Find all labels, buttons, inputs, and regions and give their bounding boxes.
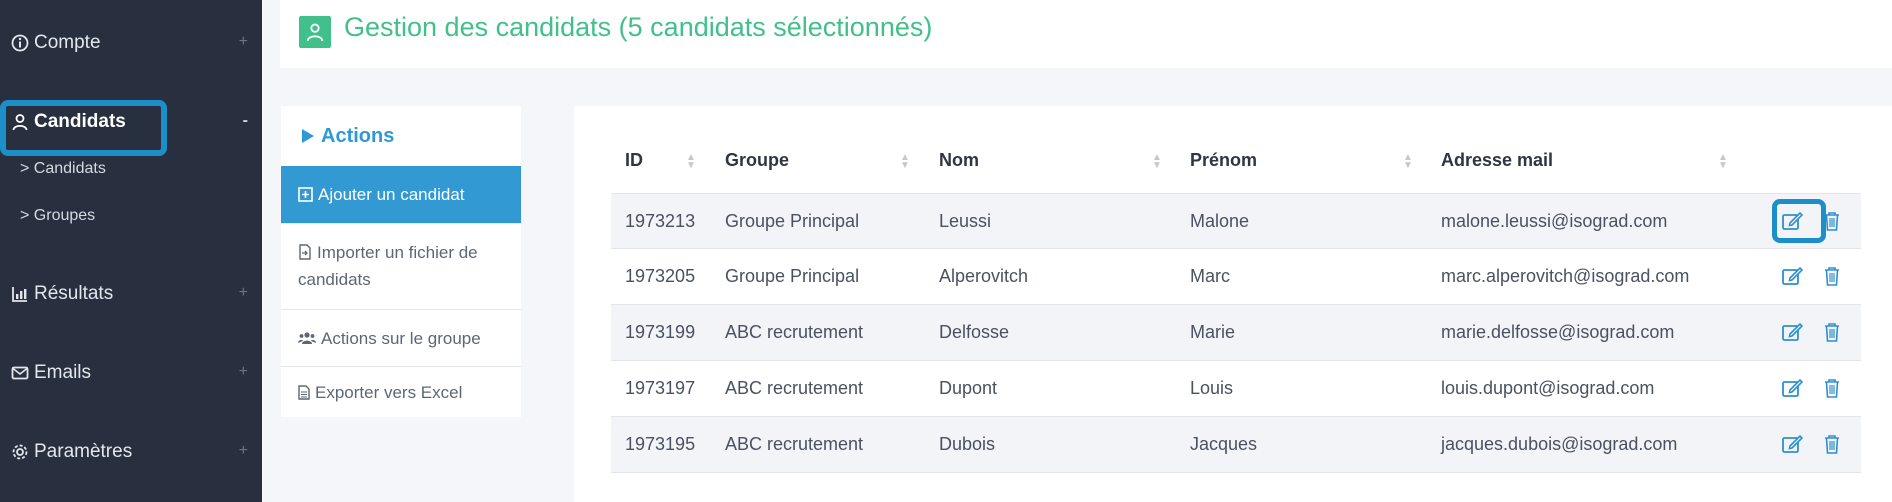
table-row[interactable]: 1973195 ABC recrutement Dubois Jacques j… (611, 417, 1861, 473)
cell-id: 1973199 (625, 322, 696, 342)
column-header-prenom[interactable]: Prénom (1190, 150, 1257, 171)
cell-email: louis.dupont@isograd.com (1441, 378, 1655, 398)
cell-groupe: ABC recrutement (725, 434, 864, 454)
sidebar: Compte + Candidats - > Candidats > Group… (0, 0, 262, 502)
users-icon (298, 331, 316, 345)
cell-email: marie.delfosse@isograd.com (1441, 322, 1675, 342)
add-candidate-button[interactable]: Ajouter un candidat (281, 166, 521, 223)
page-header: Gestion des candidats (5 candidats sélec… (280, 0, 1892, 68)
chart-icon (10, 284, 30, 304)
cell-id: 1973213 (625, 211, 696, 231)
sidebar-item-label: Emails (34, 362, 92, 383)
sort-icon[interactable]: ▲ ▼ (1718, 153, 1728, 171)
trash-icon[interactable] (1819, 431, 1845, 457)
action-label: Exporter vers Excel (315, 382, 463, 402)
sort-icon[interactable]: ▲ ▼ (900, 153, 910, 171)
plus-square-icon (298, 187, 313, 202)
actions-header[interactable]: Actions (281, 106, 521, 166)
trash-icon[interactable] (1819, 319, 1845, 345)
sort-icon[interactable]: ▲ ▼ (686, 153, 696, 171)
edit-icon[interactable] (1780, 319, 1806, 345)
expand-icon[interactable]: + (239, 284, 248, 302)
actions-panel: Actions Ajouter un candidat Importer un … (281, 106, 521, 417)
cell-groupe: ABC recrutement (725, 322, 864, 342)
cell-prenom: Jacques (1190, 434, 1258, 454)
actions-title: Actions (321, 124, 395, 147)
sidebar-subitem-candidats[interactable]: > Candidats (20, 160, 106, 178)
expand-icon[interactable]: + (239, 442, 248, 460)
edit-icon[interactable] (1780, 431, 1806, 457)
column-header-nom[interactable]: Nom (939, 150, 979, 171)
export-excel-button[interactable]: Exporter vers Excel (281, 366, 521, 417)
table-row[interactable]: 1973199 ABC recrutement Delfosse Marie m… (611, 305, 1861, 361)
column-header-groupe[interactable]: Groupe (725, 150, 789, 171)
sidebar-item-compte[interactable]: Compte + (0, 23, 262, 63)
column-header-email[interactable]: Adresse mail (1441, 150, 1553, 171)
page-title: Gestion des candidats (5 candidats sélec… (344, 12, 933, 42)
cell-groupe: Groupe Principal (725, 266, 860, 286)
edit-icon[interactable] (1780, 263, 1806, 289)
sort-icon[interactable]: ▲ ▼ (1403, 153, 1413, 171)
table-row[interactable]: 1973197 ABC recrutement Dupont Louis lou… (611, 361, 1861, 417)
highlight-frame (1772, 199, 1826, 243)
action-label: Importer un fichier de candidats (298, 239, 504, 293)
cell-id: 1973195 (625, 434, 696, 454)
cell-id: 1973205 (625, 266, 696, 286)
sort-icon[interactable]: ▲ ▼ (1152, 153, 1162, 171)
expand-icon[interactable]: + (239, 33, 248, 51)
action-label: Actions sur le groupe (321, 328, 481, 348)
table-row[interactable]: 1973205 Groupe Principal Alperovitch Mar… (611, 249, 1861, 305)
envelope-icon (10, 363, 30, 383)
file-excel-icon (298, 384, 310, 400)
cell-nom: Delfosse (939, 322, 1010, 342)
play-icon (301, 128, 315, 144)
sidebar-item-label: Compte (34, 32, 101, 53)
sidebar-subitem-groupes[interactable]: > Groupes (20, 207, 95, 225)
cell-email: jacques.dubois@isograd.com (1441, 434, 1678, 454)
cell-id: 1973197 (625, 378, 696, 398)
import-file-button[interactable]: Importer un fichier de candidats (281, 223, 521, 309)
expand-icon[interactable]: + (239, 363, 248, 381)
trash-icon[interactable] (1819, 263, 1845, 289)
cell-nom: Dubois (939, 434, 996, 454)
sidebar-item-emails[interactable]: Emails + (0, 353, 262, 393)
cell-groupe: Groupe Principal (725, 211, 860, 231)
info-icon (10, 33, 30, 53)
action-label: Ajouter un candidat (318, 185, 465, 204)
edit-icon[interactable] (1780, 375, 1806, 401)
sidebar-item-label: Paramètres (34, 441, 133, 462)
collapse-icon[interactable]: - (243, 112, 248, 130)
gear-icon (10, 442, 30, 462)
cell-nom: Dupont (939, 378, 998, 398)
cell-email: marc.alperovitch@isograd.com (1441, 266, 1690, 286)
sidebar-item-label: Résultats (34, 283, 114, 304)
user-icon (299, 16, 331, 48)
cell-prenom: Marc (1190, 266, 1230, 286)
column-header-id[interactable]: ID (625, 150, 643, 171)
trash-icon[interactable] (1819, 375, 1845, 401)
action-label-text: Importer un fichier de candidats (298, 243, 478, 289)
cell-email: malone.leussi@isograd.com (1441, 211, 1668, 231)
cell-nom: Alperovitch (939, 266, 1029, 286)
highlight-frame (0, 100, 167, 156)
sidebar-item-resultats[interactable]: Résultats + (0, 274, 262, 314)
cell-prenom: Marie (1190, 322, 1236, 342)
sidebar-item-parametres[interactable]: Paramètres + (0, 432, 262, 472)
cell-prenom: Malone (1190, 211, 1250, 231)
file-import-icon (298, 244, 312, 260)
group-actions-button[interactable]: Actions sur le groupe (281, 309, 521, 366)
cell-prenom: Louis (1190, 378, 1234, 398)
cell-groupe: ABC recrutement (725, 378, 864, 398)
candidates-table: ID ▲ ▼ Groupe ▲ ▼ Nom ▲ ▼ Prénom ▲ ▼ Adresse… (574, 106, 1892, 502)
table-row[interactable]: 1973213 Groupe Principal Leussi Malone m… (611, 193, 1861, 249)
cell-nom: Leussi (939, 211, 992, 231)
